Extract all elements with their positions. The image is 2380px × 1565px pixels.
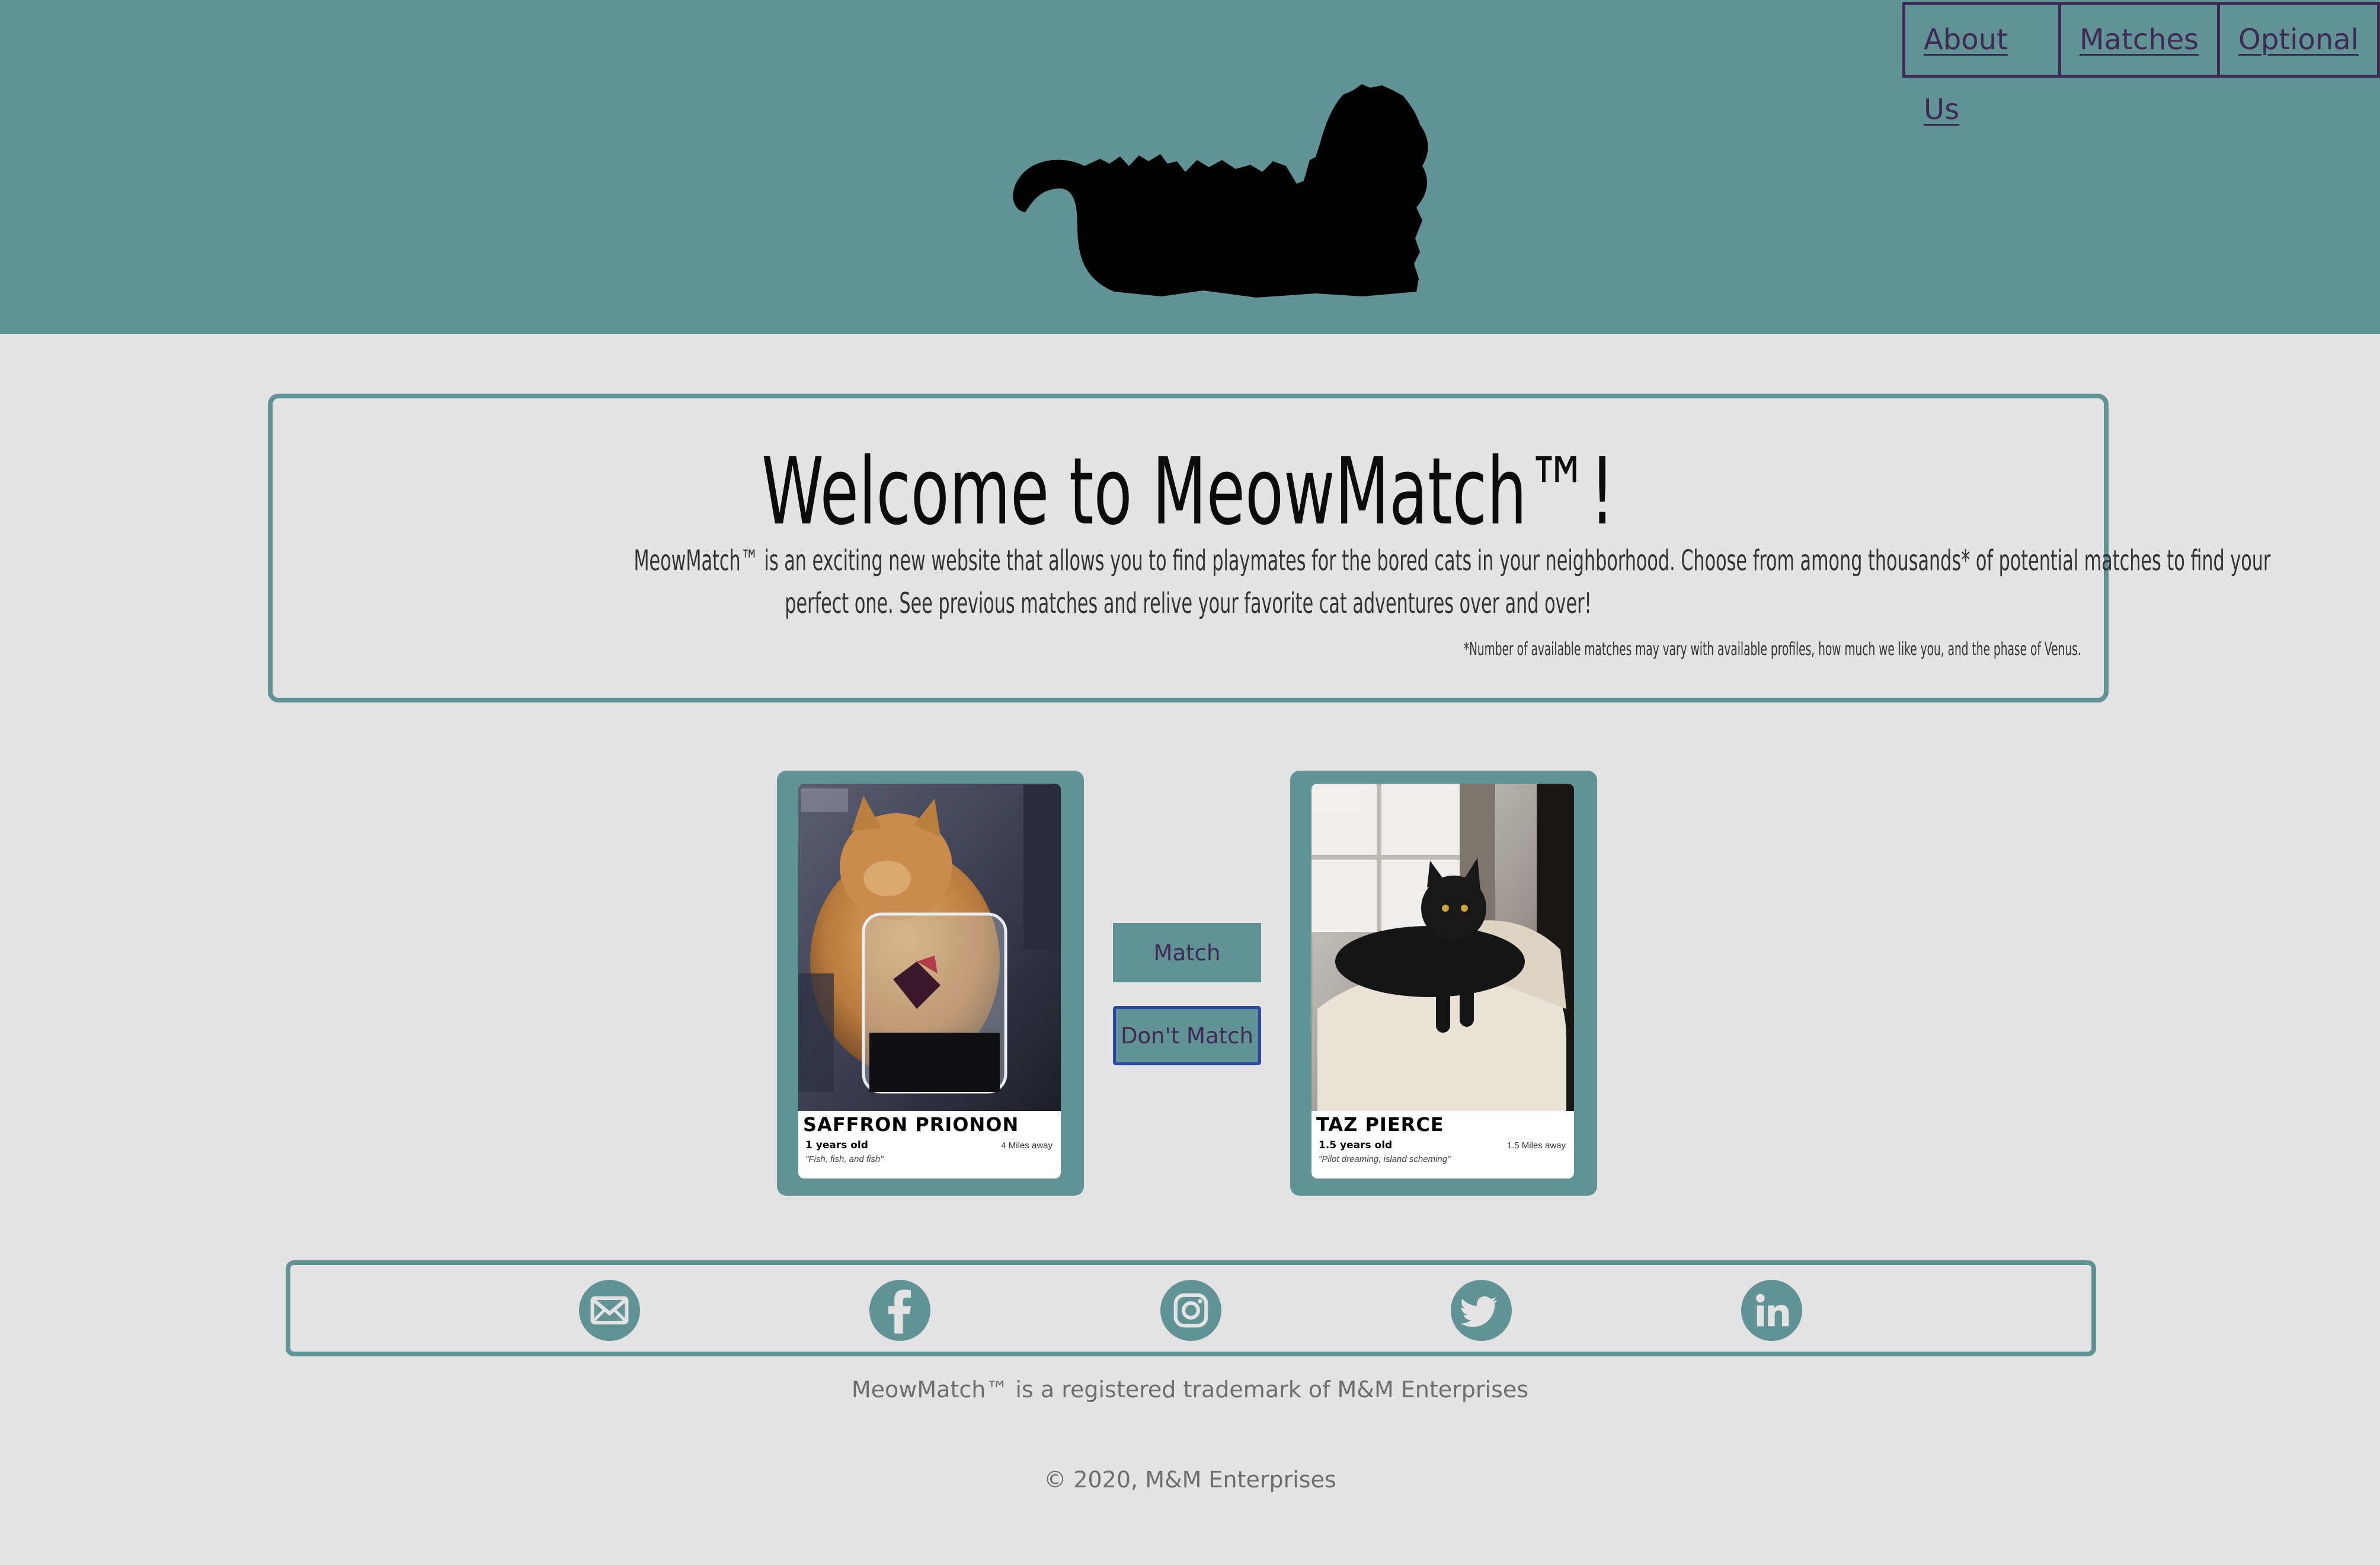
trademark-notice: MeowMatch™ is a registered trademark of … <box>851 1376 1529 1403</box>
cat-silhouette-logo-icon[interactable] <box>1007 83 1434 308</box>
cat-quote: "Pilot dreaming, island scheming" <box>1319 1154 1451 1164</box>
page-title: Welcome to MeowMatch™! <box>762 437 1615 545</box>
site-header: About Us Matches Optional <box>0 0 2380 334</box>
cat-age: 1 years old <box>805 1139 868 1151</box>
twitter-icon[interactable] <box>1451 1280 1512 1341</box>
cat-distance: 4 Miles away <box>1001 1141 1053 1151</box>
email-icon[interactable] <box>579 1280 640 1341</box>
cat-profile-card[interactable]: SAFFRON PRIONON 1 years old 4 Miles away… <box>777 771 1084 1196</box>
linkedin-icon[interactable] <box>1741 1280 1802 1341</box>
intro-line-2: perfect one. See previous matches and re… <box>785 587 1592 620</box>
cat-name: SAFFRON PRIONON <box>803 1113 1019 1136</box>
card-inner: SAFFRON PRIONON 1 years old 4 Miles away… <box>798 784 1061 1178</box>
facebook-icon[interactable] <box>869 1280 930 1341</box>
cat-photo-orange <box>798 784 1061 1111</box>
dont-match-button[interactable]: Don't Match <box>1113 1006 1261 1065</box>
intro-line-1: MeowMatch™ is an exciting new website th… <box>634 544 2271 577</box>
welcome-panel: Welcome to MeowMatch™! MeowMatch™ is an … <box>268 394 2271 702</box>
card-inner: TAZ PIERCE 1.5 years old 1.5 Miles away … <box>1311 784 1574 1178</box>
cat-distance: 1.5 Miles away <box>1506 1141 1566 1151</box>
nav-link-about-us[interactable]: About Us <box>1905 5 2058 126</box>
instagram-icon[interactable] <box>1160 1280 1221 1341</box>
top-nav: About Us Matches Optional <box>1902 2 2380 126</box>
nav-link-optional[interactable]: Optional <box>2217 5 2377 75</box>
intro-text: MeowMatch™ is an exciting new website th… <box>308 539 2271 625</box>
nav-link-matches[interactable]: Matches <box>2058 5 2217 75</box>
cat-name: TAZ PIERCE <box>1316 1113 1444 1136</box>
cat-age: 1.5 years old <box>1319 1139 1393 1151</box>
cat-profile-card[interactable]: TAZ PIERCE 1.5 years old 1.5 Miles away … <box>1290 771 1597 1196</box>
social-links-bar <box>286 1260 2096 1356</box>
copyright-notice: © 2020, M&M Enterprises <box>1044 1467 1336 1493</box>
match-button[interactable]: Match <box>1113 923 1261 982</box>
cat-photo-black <box>1311 784 1574 1111</box>
cat-quote: "Fish, fish, and fish" <box>805 1154 884 1164</box>
fineprint-disclaimer: *Number of available matches may vary wi… <box>1463 639 2081 660</box>
